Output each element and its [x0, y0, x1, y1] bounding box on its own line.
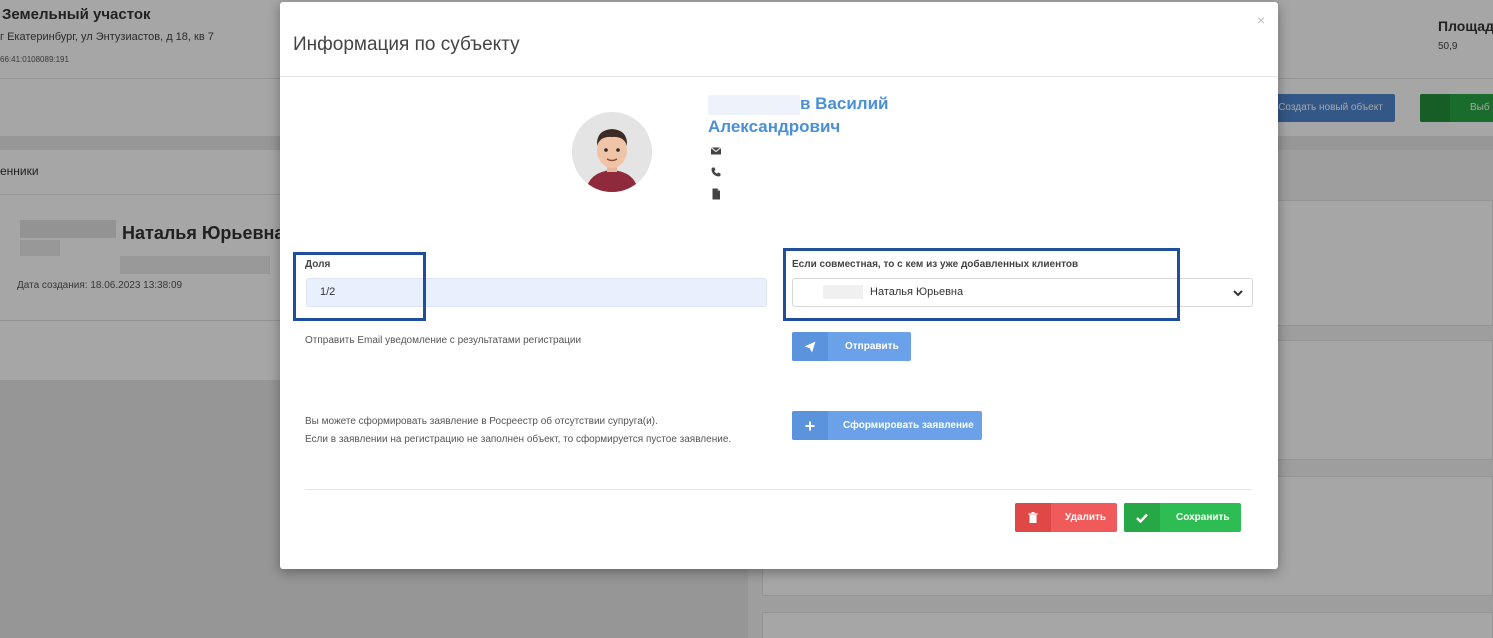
- statement-text: Вы можете сформировать заявление в Росре…: [305, 413, 745, 448]
- person-name: в Василий Александрович: [708, 92, 938, 138]
- delete-button-label: Удалить: [1065, 512, 1107, 523]
- highlight-box-joint-owner: [783, 248, 1180, 321]
- form-statement-button-label: Сформировать заявление: [843, 420, 974, 431]
- save-button-label: Сохранить: [1176, 512, 1230, 523]
- close-icon[interactable]: ×: [1257, 13, 1265, 27]
- highlight-box-share: [293, 252, 426, 321]
- chevron-down-icon: [1233, 290, 1243, 297]
- envelope-icon: [710, 147, 722, 155]
- footer-divider: [305, 489, 1252, 490]
- person-name-line1: в Василий: [800, 94, 889, 113]
- redacted-text: [708, 94, 800, 115]
- trash-icon: [1015, 503, 1051, 532]
- send-button[interactable]: Отправить: [792, 332, 911, 361]
- file-icon: [712, 188, 720, 200]
- check-icon: [1124, 503, 1160, 532]
- statement-line-2: Если в заявлении на регистрацию не запол…: [305, 433, 732, 445]
- plus-icon: [792, 411, 828, 440]
- email-notice-text: Отправить Email уведомление с результата…: [305, 335, 582, 346]
- save-button[interactable]: Сохранить: [1124, 503, 1241, 532]
- statement-line-1: Вы можете сформировать заявление в Росре…: [305, 416, 658, 427]
- modal-header: Информация по субъекту ×: [280, 2, 1278, 77]
- person-name-line2: Александрович: [708, 117, 841, 136]
- form-statement-button[interactable]: Сформировать заявление: [792, 411, 982, 440]
- subject-info-modal: Информация по субъекту × в Василий Алекс…: [280, 2, 1278, 569]
- paper-plane-icon: [792, 332, 828, 361]
- modal-title: Информация по субъекту: [293, 34, 520, 55]
- phone-icon: [711, 167, 721, 177]
- send-button-label: Отправить: [845, 341, 899, 352]
- avatar: [572, 112, 652, 192]
- delete-button[interactable]: Удалить: [1015, 503, 1117, 532]
